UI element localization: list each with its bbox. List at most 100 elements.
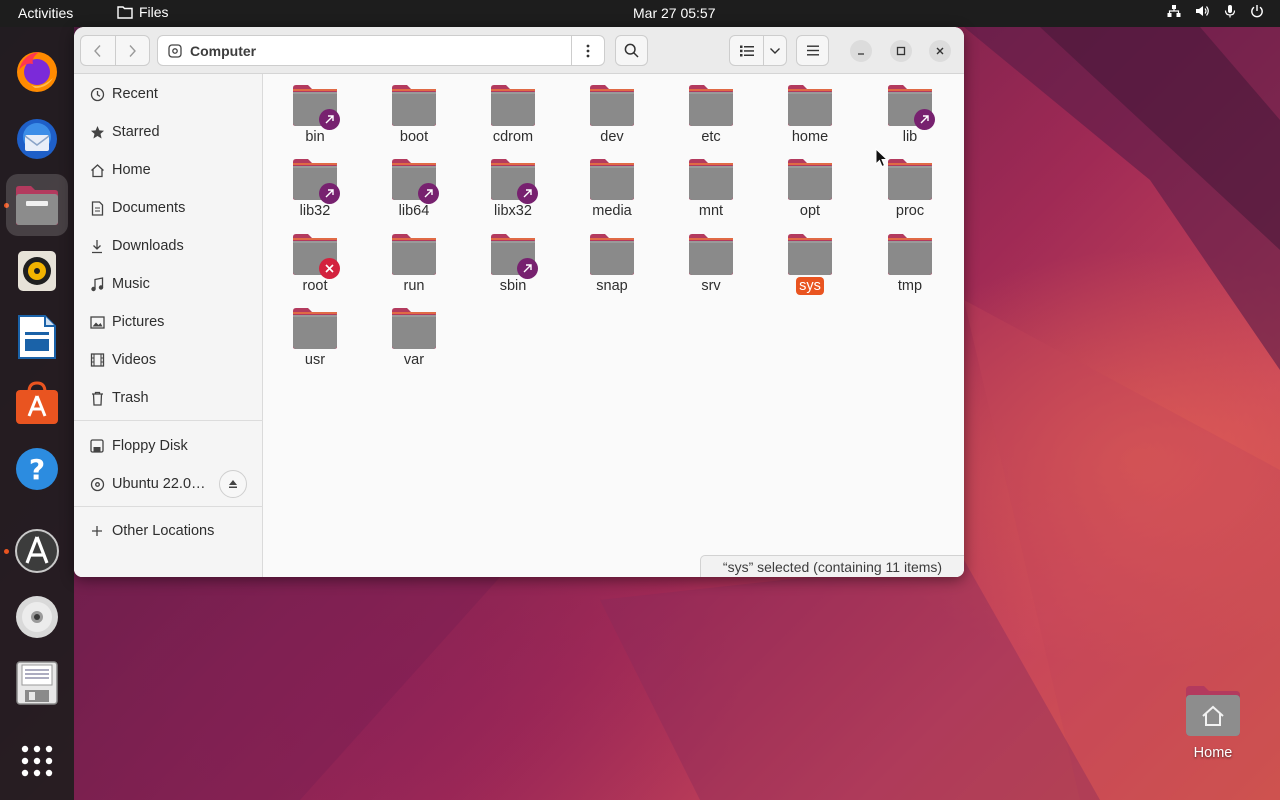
search-button[interactable]: [615, 35, 648, 66]
file-item[interactable]: lib64: [369, 148, 459, 220]
network-icon[interactable]: [1167, 4, 1181, 18]
star-icon: [86, 125, 108, 140]
maximize-button[interactable]: [890, 40, 912, 62]
sidebar-item-home[interactable]: Home: [74, 155, 263, 185]
folder-icon: [689, 234, 733, 275]
sidebar-item-floppy-disk[interactable]: Floppy Disk: [74, 431, 263, 461]
file-name: root: [270, 278, 360, 294]
file-item[interactable]: media: [567, 148, 657, 220]
folder-icon: [392, 234, 436, 275]
sidebar-item-music[interactable]: Music: [74, 269, 263, 299]
file-item[interactable]: cdrom: [468, 74, 558, 146]
clock[interactable]: Mar 27 05:57: [633, 5, 716, 21]
file-item[interactable]: opt: [765, 148, 855, 220]
main-menu-button[interactable]: [796, 35, 829, 66]
firefox-icon: [17, 52, 57, 92]
file-item[interactable]: snap: [567, 223, 657, 295]
file-name: run: [369, 278, 459, 294]
file-name: usr: [270, 352, 360, 368]
search-icon: [624, 43, 639, 58]
sidebar-item-label: Starred: [112, 124, 160, 140]
status-bar: “sys” selected (containing 11 items): [700, 555, 964, 577]
location-bar[interactable]: Computer: [157, 35, 605, 66]
file-name: libx32: [468, 203, 558, 219]
view-options-button[interactable]: [764, 36, 786, 65]
dock-help[interactable]: ?: [6, 438, 68, 500]
dock-writer[interactable]: [6, 306, 68, 368]
dock-files[interactable]: [6, 174, 68, 236]
sidebar-item-documents[interactable]: Documents: [74, 193, 263, 223]
dock-app-center[interactable]: [6, 372, 68, 434]
file-item[interactable]: sbin: [468, 223, 558, 295]
eject-button[interactable]: [219, 470, 247, 498]
file-item[interactable]: boot: [369, 74, 459, 146]
power-icon[interactable]: [1250, 4, 1264, 18]
file-item[interactable]: root: [270, 223, 360, 295]
sidebar-item-videos[interactable]: Videos: [74, 345, 263, 375]
file-item[interactable]: lib32: [270, 148, 360, 220]
dock-show-apps[interactable]: [6, 730, 68, 792]
close-button[interactable]: [929, 40, 951, 62]
file-item[interactable]: run: [369, 223, 459, 295]
sidebar-item-recent[interactable]: Recent: [74, 79, 263, 109]
dock-rhythmbox[interactable]: [6, 240, 68, 302]
folder-icon: [788, 159, 832, 200]
file-item[interactable]: libx32: [468, 148, 558, 220]
file-name: mnt: [666, 203, 756, 219]
sidebar-item-trash[interactable]: Trash: [74, 383, 263, 413]
clock-icon: [86, 87, 108, 102]
sidebar-item-pictures[interactable]: Pictures: [74, 307, 263, 337]
file-item[interactable]: tmp: [865, 223, 955, 295]
dock-software-updater[interactable]: [6, 520, 68, 582]
dock-floppy[interactable]: [6, 652, 68, 714]
file-name: var: [369, 352, 459, 368]
folder-icon: [689, 159, 733, 200]
file-item[interactable]: var: [369, 297, 459, 369]
forward-button[interactable]: [116, 36, 150, 65]
location-menu-button[interactable]: [571, 36, 604, 65]
location-label[interactable]: Computer: [190, 43, 256, 59]
volume-icon[interactable]: [1195, 4, 1210, 18]
sidebar-item-other-locations[interactable]: Other Locations: [74, 516, 263, 546]
file-name: tmp: [865, 278, 955, 294]
sidebar-item-starred[interactable]: Starred: [74, 117, 263, 147]
sidebar-item-downloads[interactable]: Downloads: [74, 231, 263, 261]
drive-icon: [168, 43, 182, 58]
mic-icon[interactable]: [1224, 4, 1236, 18]
dock-firefox[interactable]: [6, 41, 68, 103]
minimize-button[interactable]: [850, 40, 872, 62]
desktop-home-label: Home: [1193, 745, 1233, 761]
app-menu[interactable]: Files: [117, 4, 169, 20]
file-item[interactable]: usr: [270, 297, 360, 369]
file-name-text: lib32: [299, 203, 331, 219]
back-button[interactable]: [81, 36, 116, 65]
system-tray[interactable]: [1167, 4, 1264, 18]
activities-button[interactable]: Activities: [18, 5, 73, 21]
file-item[interactable]: lib: [865, 74, 955, 146]
download-icon: [86, 239, 108, 254]
file-name: srv: [666, 278, 756, 294]
file-item[interactable]: bin: [270, 74, 360, 146]
file-item[interactable]: etc: [666, 74, 756, 146]
header-bar: Computer: [74, 27, 964, 74]
file-item[interactable]: sys: [765, 223, 855, 295]
file-item[interactable]: srv: [666, 223, 756, 295]
dock-cd-drive[interactable]: [6, 586, 68, 648]
file-item[interactable]: home: [765, 74, 855, 146]
dock-thunderbird[interactable]: [6, 108, 68, 170]
list-view-button[interactable]: [730, 36, 764, 65]
file-name-text: root: [302, 278, 328, 294]
maximize-icon: [896, 46, 906, 56]
desktop-home-icon[interactable]: Home: [1175, 680, 1251, 770]
file-item[interactable]: dev: [567, 74, 657, 146]
file-name-text: mnt: [698, 203, 724, 219]
file-item[interactable]: mnt: [666, 148, 756, 220]
svg-text:?: ?: [29, 453, 45, 486]
file-name: lib32: [270, 203, 360, 219]
file-grid[interactable]: bin boot cdrom dev etc home lib lib32 lib64 libx3…: [264, 74, 964, 577]
file-name-text: lib64: [398, 203, 430, 219]
chevron-left-icon: [93, 44, 101, 57]
folder-icon: [590, 234, 634, 275]
file-name-text: usr: [304, 352, 326, 368]
home-icon: [86, 163, 108, 178]
